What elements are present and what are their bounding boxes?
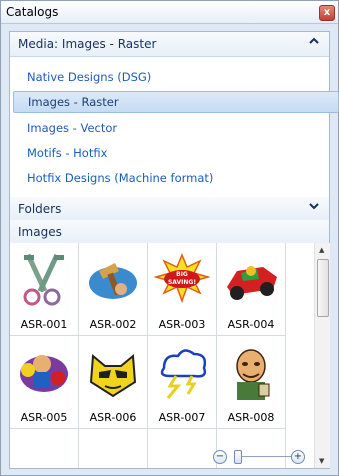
media-list: Native Designs (DSG) Images - Raster Ima… xyxy=(10,57,339,207)
zoom-out-button[interactable]: − xyxy=(213,450,227,464)
thumbnail-asr-002[interactable]: ASR-002 xyxy=(79,243,148,336)
thumbnail-caption: ASR-006 xyxy=(89,411,137,424)
scroll-up-arrow-icon[interactable]: ▲ xyxy=(319,246,324,254)
zoom-slider-track[interactable] xyxy=(242,456,298,457)
folders-section-header[interactable]: Folders xyxy=(10,197,329,222)
media-section-label: Media: Images - Raster xyxy=(18,37,157,51)
storm-cloud-icon xyxy=(160,349,207,399)
window-title: Catalogs xyxy=(6,5,59,19)
zoom-bar: − + xyxy=(9,448,328,467)
thumbnail-caption: ASR-004 xyxy=(227,318,275,331)
chevron-up-icon[interactable] xyxy=(309,36,319,46)
chevron-down-icon[interactable] xyxy=(309,201,319,211)
thumbnail-asr-007[interactable]: ASR-007 xyxy=(148,336,217,429)
media-item-images-vector[interactable]: Images - Vector xyxy=(19,118,327,138)
keys-icon xyxy=(23,253,64,306)
race-car-icon xyxy=(227,266,277,300)
thumbnail-caption: ASR-002 xyxy=(89,318,137,331)
media-section-header[interactable]: Media: Images - Raster xyxy=(10,32,329,57)
catalog-panel: Media: Images - Raster Native Designs (D… xyxy=(9,31,339,469)
burst-text-big: BIG xyxy=(176,271,188,278)
thumbnail-asr-004[interactable]: ASR-004 xyxy=(217,243,286,336)
hammer-icon xyxy=(89,263,137,299)
boxer-icon xyxy=(20,355,68,392)
big-saving-burst-icon: BIG SAVING! xyxy=(154,253,210,304)
man-with-mug-icon xyxy=(236,349,270,400)
media-item-hotfix-designs[interactable]: Hotfix Designs (Machine format) xyxy=(19,168,327,188)
zoom-in-button[interactable]: + xyxy=(291,450,305,464)
images-section-header: Images xyxy=(10,220,329,245)
thumbnail-asr-005[interactable]: ASR-005 xyxy=(10,336,79,429)
folders-section-label: Folders xyxy=(18,202,62,216)
media-item-images-raster[interactable]: Images - Raster xyxy=(13,91,339,113)
thumbnail-caption: ASR-001 xyxy=(20,318,68,331)
vertical-scrollbar[interactable]: ▲ ▼ xyxy=(314,243,330,468)
zoom-slider-thumb[interactable] xyxy=(234,450,242,464)
burst-text-saving: SAVING! xyxy=(168,279,196,286)
thumbnail-asr-006[interactable]: ASR-006 xyxy=(79,336,148,429)
thumbnail-caption: ASR-007 xyxy=(158,411,206,424)
media-item-native-designs[interactable]: Native Designs (DSG) xyxy=(19,67,327,87)
close-button[interactable]: x xyxy=(319,5,335,21)
thumbnail-grid: ASR-001 ASR-002 BIG SAVING! ASR-003 ASR-… xyxy=(10,243,314,468)
title-bar: Catalogs x xyxy=(1,1,338,24)
thumbnail-asr-001[interactable]: ASR-001 xyxy=(10,243,79,336)
cat-face-icon xyxy=(89,353,137,398)
thumbnail-asr-003[interactable]: BIG SAVING! ASR-003 xyxy=(148,243,217,336)
thumbnail-caption: ASR-005 xyxy=(20,411,68,424)
media-item-motifs-hotfix[interactable]: Motifs - Hotfix xyxy=(19,143,327,163)
images-section-label: Images xyxy=(18,225,62,239)
thumbnail-caption: ASR-003 xyxy=(158,318,206,331)
thumbnail-asr-008[interactable]: ASR-008 xyxy=(217,336,286,429)
scroll-thumb[interactable] xyxy=(317,259,329,317)
thumbnail-caption: ASR-008 xyxy=(227,411,275,424)
